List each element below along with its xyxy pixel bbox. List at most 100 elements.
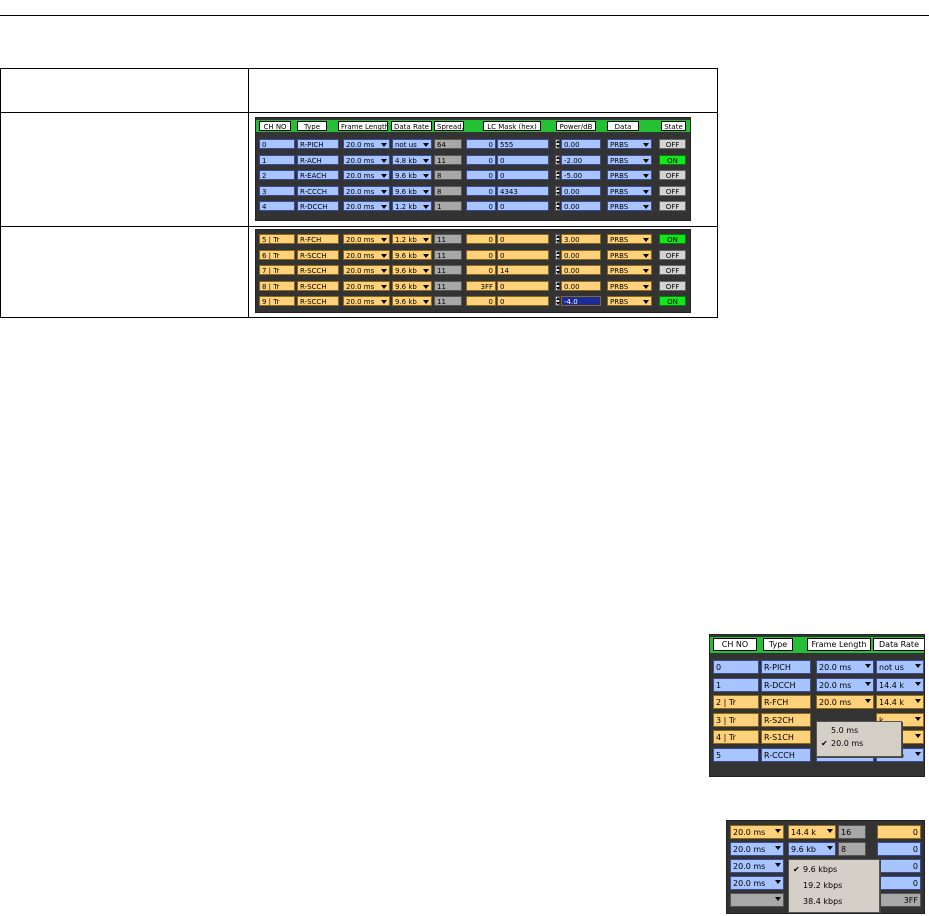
- data-rate-dropdown[interactable]: not us: [876, 660, 924, 674]
- frame-length-dropdown[interactable]: 20.0 ms: [343, 154, 390, 165]
- lc-mask-low-field[interactable]: 0: [497, 296, 549, 306]
- lc-mask-high-field[interactable]: 0: [466, 201, 496, 211]
- power-spinner-icon[interactable]: [555, 185, 560, 196]
- frame-length-dropdown[interactable]: 20.0 ms: [730, 825, 784, 839]
- state-toggle-button[interactable]: OFF: [659, 265, 686, 275]
- lc-mask-high-field[interactable]: 0: [466, 185, 496, 196]
- data-rate-dropdown[interactable]: 4.8 kb: [392, 154, 432, 165]
- data-rate-dropdown[interactable]: not us: [392, 139, 432, 149]
- frame-length-dropdown[interactable]: 20.0 ms: [816, 660, 874, 674]
- frame-length-dropdown[interactable]: 20.0 ms: [343, 170, 390, 180]
- lc-mask-high-field[interactable]: 0: [466, 139, 496, 149]
- frame-length-dropdown[interactable]: 20.0 ms: [730, 859, 784, 873]
- lc-mask-low-field[interactable]: 4343: [497, 185, 549, 196]
- power-spinner-icon[interactable]: [555, 296, 560, 306]
- lc-mask-high-field[interactable]: 0: [466, 154, 496, 165]
- frame-length-dropdown[interactable]: 20.0 ms: [343, 249, 390, 260]
- lc-mask-low-field[interactable]: 0: [497, 154, 549, 165]
- lc-mask-field[interactable]: 0: [877, 842, 921, 856]
- power-field[interactable]: 0.00: [561, 201, 601, 211]
- popup-option[interactable]: 38.4 kbps: [789, 895, 879, 909]
- frame-length-dropdown[interactable]: [730, 893, 784, 907]
- frame-length-dropdown[interactable]: 20.0 ms: [343, 234, 390, 244]
- power-spinner-icon[interactable]: [555, 139, 560, 149]
- popup-option[interactable]: 5.0 ms: [817, 725, 901, 737]
- state-toggle-button[interactable]: ON: [659, 154, 686, 165]
- data-dropdown[interactable]: PRBS: [607, 265, 652, 275]
- state-toggle-button[interactable]: OFF: [659, 201, 686, 211]
- lc-mask-low-field[interactable]: 0: [497, 280, 549, 291]
- power-spinner-icon[interactable]: [555, 234, 560, 244]
- data-dropdown[interactable]: PRBS: [607, 296, 652, 306]
- lc-mask-field[interactable]: 0: [877, 825, 921, 839]
- lc-mask-high-field[interactable]: 0: [466, 265, 496, 275]
- frame-length-dropdown[interactable]: 20.0 ms: [816, 695, 874, 710]
- data-rate-dropdown[interactable]: 14.4 k: [788, 825, 836, 839]
- lc-mask-field[interactable]: 0: [877, 859, 921, 873]
- data-rate-dropdown[interactable]: 9.6 kb: [392, 296, 432, 306]
- data-dropdown[interactable]: PRBS: [607, 170, 652, 180]
- lc-mask-high-field[interactable]: 0: [466, 170, 496, 180]
- data-rate-dropdown[interactable]: 14.4 k: [876, 695, 924, 710]
- power-field[interactable]: 3.00: [561, 234, 601, 244]
- state-toggle-button[interactable]: ON: [659, 234, 686, 244]
- popup-option[interactable]: ✔ 20.0 ms: [817, 738, 901, 750]
- data-rate-dropdown[interactable]: 9.6 kb: [392, 265, 432, 275]
- power-spinner-icon[interactable]: [555, 201, 560, 211]
- lc-mask-low-field[interactable]: 0: [497, 249, 549, 260]
- power-field[interactable]: -5.00: [561, 170, 601, 180]
- data-dropdown[interactable]: PRBS: [607, 234, 652, 244]
- power-field[interactable]: 0.00: [561, 265, 601, 275]
- data-rate-dropdown[interactable]: 9.6 kb: [788, 842, 836, 856]
- lc-mask-low-field[interactable]: 555: [497, 139, 549, 149]
- power-spinner-icon[interactable]: [555, 154, 560, 165]
- frame-length-dropdown[interactable]: 20.0 ms: [343, 296, 390, 306]
- frame-length-dropdown[interactable]: 20.0 ms: [343, 265, 390, 275]
- power-field[interactable]: -4.0: [561, 296, 601, 306]
- power-field[interactable]: 0.00: [561, 185, 601, 196]
- state-toggle-button[interactable]: OFF: [659, 139, 686, 149]
- frame-length-dropdown[interactable]: 20.0 ms: [343, 139, 390, 149]
- data-rate-dropdown[interactable]: 9.6 kb: [392, 280, 432, 291]
- data-rate-dropdown[interactable]: 1.2 kb: [392, 234, 432, 244]
- power-spinner-icon[interactable]: [555, 170, 560, 180]
- power-field[interactable]: 0.00: [561, 280, 601, 291]
- lc-mask-low-field[interactable]: 0: [497, 170, 549, 180]
- state-toggle-button[interactable]: OFF: [659, 170, 686, 180]
- lc-mask-field[interactable]: 3FF: [877, 893, 921, 907]
- lc-mask-high-field[interactable]: 0: [466, 234, 496, 244]
- data-rate-dropdown[interactable]: 9.6 kb: [392, 185, 432, 196]
- data-rate-dropdown[interactable]: 14.4 k: [876, 677, 924, 692]
- power-field[interactable]: 0.00: [561, 249, 601, 260]
- frame-length-dropdown[interactable]: 20.0 ms: [730, 842, 784, 856]
- lc-mask-low-field[interactable]: 0: [497, 234, 549, 244]
- lc-mask-high-field[interactable]: 3FF: [466, 280, 496, 291]
- data-rate-dropdown[interactable]: 9.6 kb: [392, 249, 432, 260]
- frame-length-dropdown[interactable]: 20.0 ms: [730, 876, 784, 890]
- frame-length-dropdown[interactable]: 20.0 ms: [343, 280, 390, 291]
- data-dropdown[interactable]: PRBS: [607, 201, 652, 211]
- power-spinner-icon[interactable]: [555, 265, 560, 275]
- data-dropdown[interactable]: PRBS: [607, 280, 652, 291]
- data-rate-dropdown[interactable]: 9.6 kb: [392, 170, 432, 180]
- state-toggle-button[interactable]: OFF: [659, 280, 686, 291]
- frame-length-dropdown[interactable]: 20.0 ms: [343, 185, 390, 196]
- frame-length-dropdown[interactable]: 20.0 ms: [343, 201, 390, 211]
- power-field[interactable]: 0.00: [561, 139, 601, 149]
- data-rate-dropdown[interactable]: 1.2 kb: [392, 201, 432, 211]
- lc-mask-high-field[interactable]: 0: [466, 249, 496, 260]
- popup-option[interactable]: 19.2 kbps: [789, 879, 879, 893]
- state-toggle-button[interactable]: OFF: [659, 249, 686, 260]
- data-dropdown[interactable]: PRBS: [607, 249, 652, 260]
- lc-mask-low-field[interactable]: 14: [497, 265, 549, 275]
- data-dropdown[interactable]: PRBS: [607, 185, 652, 196]
- power-spinner-icon[interactable]: [555, 249, 560, 260]
- data-dropdown[interactable]: PRBS: [607, 139, 652, 149]
- power-field[interactable]: -2.00: [561, 154, 601, 165]
- data-dropdown[interactable]: PRBS: [607, 154, 652, 165]
- state-toggle-button[interactable]: OFF: [659, 185, 686, 196]
- power-spinner-icon[interactable]: [555, 280, 560, 291]
- frame-length-dropdown[interactable]: 20.0 ms: [816, 677, 874, 692]
- lc-mask-low-field[interactable]: 0: [497, 201, 549, 211]
- lc-mask-high-field[interactable]: 0: [466, 296, 496, 306]
